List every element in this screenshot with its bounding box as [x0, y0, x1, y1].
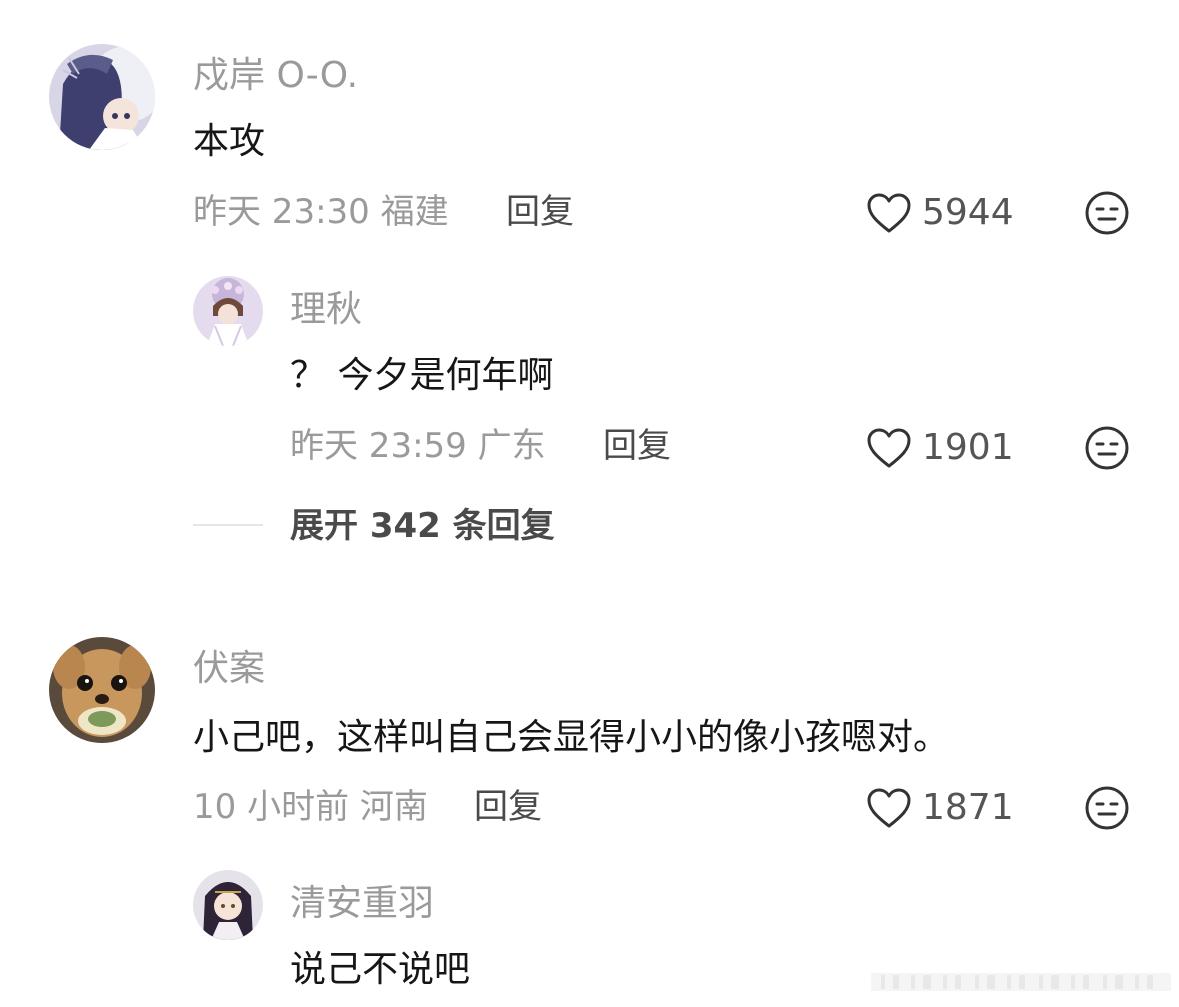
heart-outline-icon — [867, 428, 911, 468]
comment-location: 广东 — [477, 426, 546, 466]
like-count: 5944 — [922, 192, 1014, 233]
like-button[interactable]: 5944 — [866, 192, 1014, 234]
heart-outline-icon — [867, 788, 911, 828]
avatar[interactable] — [193, 870, 263, 940]
comment-time: 昨天 23:59 — [290, 426, 467, 466]
comment-meta: 昨天 23:30 福建 — [193, 195, 449, 229]
like-button[interactable]: 1901 — [866, 427, 1014, 469]
comment-meta: 昨天 23:59 广东 — [290, 429, 546, 463]
like-button[interactable]: 1871 — [866, 787, 1014, 829]
username[interactable]: 清安重羽 — [290, 886, 434, 922]
comment-text: ？ 今夕是何年啊 — [290, 355, 554, 396]
comment-text: 说己不说吧 — [290, 949, 471, 990]
reply-button[interactable]: 回复 — [603, 429, 671, 463]
like-count: 1871 — [922, 787, 1014, 828]
expand-divider — [193, 524, 263, 526]
watermark-icon — [871, 973, 1171, 991]
reply-button[interactable]: 回复 — [474, 790, 542, 824]
heart-outline-icon — [867, 193, 911, 233]
avatar[interactable] — [49, 44, 155, 150]
comment-meta: 10 小时前 河南 — [193, 790, 428, 824]
reply-button[interactable]: 回复 — [506, 195, 574, 229]
username[interactable]: 伏案 — [193, 651, 265, 687]
comment-time: 10 小时前 — [193, 787, 350, 827]
expand-replies-button[interactable]: 展开 342 条回复 — [290, 509, 555, 543]
comment-location: 福建 — [380, 192, 449, 232]
comment-location: 河南 — [359, 787, 428, 827]
username[interactable]: 戍岸 O-O. — [193, 58, 358, 94]
comment-text: 本攻 — [193, 121, 266, 162]
neutral-face-icon[interactable] — [1084, 785, 1130, 831]
neutral-face-icon[interactable] — [1084, 425, 1130, 471]
like-count: 1901 — [922, 427, 1014, 468]
comment-time: 昨天 23:30 — [193, 192, 370, 232]
neutral-face-icon[interactable] — [1084, 190, 1130, 236]
avatar[interactable] — [193, 276, 263, 346]
username[interactable]: 理秋 — [290, 292, 362, 328]
comment-text: 小己吧，这样叫自己会显得小小的像小孩嗯对。 — [193, 717, 950, 758]
avatar[interactable] — [49, 637, 155, 743]
